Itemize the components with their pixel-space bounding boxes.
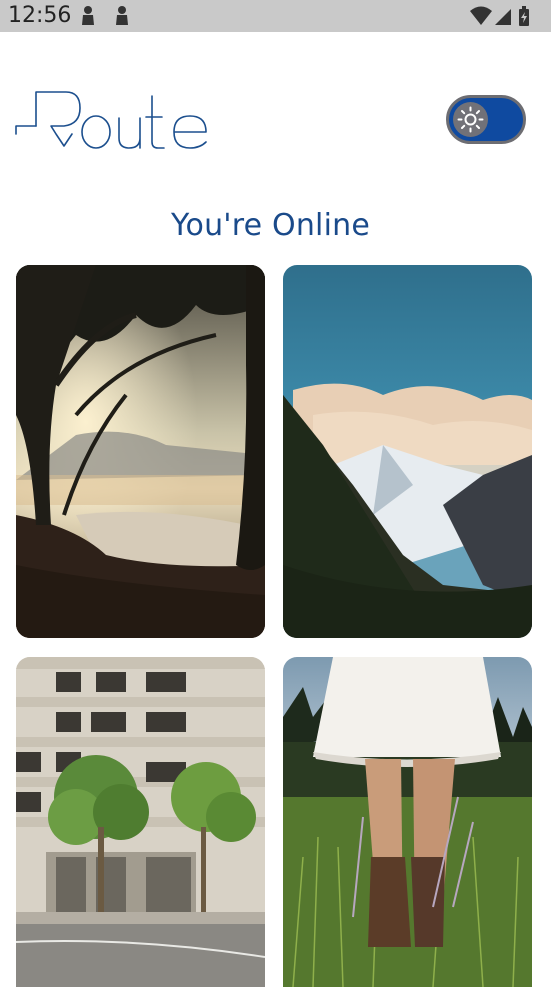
status-time: 12:56 [8,3,72,28]
sun-icon [457,106,484,133]
toggle-thumb [453,102,488,137]
battery-icon [519,6,529,26]
status-bar: 12:56 [0,0,551,32]
gallery-image-forest-lake[interactable] [16,265,265,638]
notification-icon [80,5,96,32]
gallery-image-white-dress-grass[interactable] [283,657,532,987]
theme-toggle[interactable] [446,95,526,144]
notification-icon [114,5,130,32]
gallery-image-mountain-valley[interactable] [283,265,532,638]
wifi-icon [470,6,492,25]
route-logo [14,86,214,157]
connection-status-heading: You're Online [171,208,370,243]
gallery-image-building-trees[interactable] [16,657,265,987]
status-right-icons [469,5,531,32]
signal-icon [495,9,511,25]
